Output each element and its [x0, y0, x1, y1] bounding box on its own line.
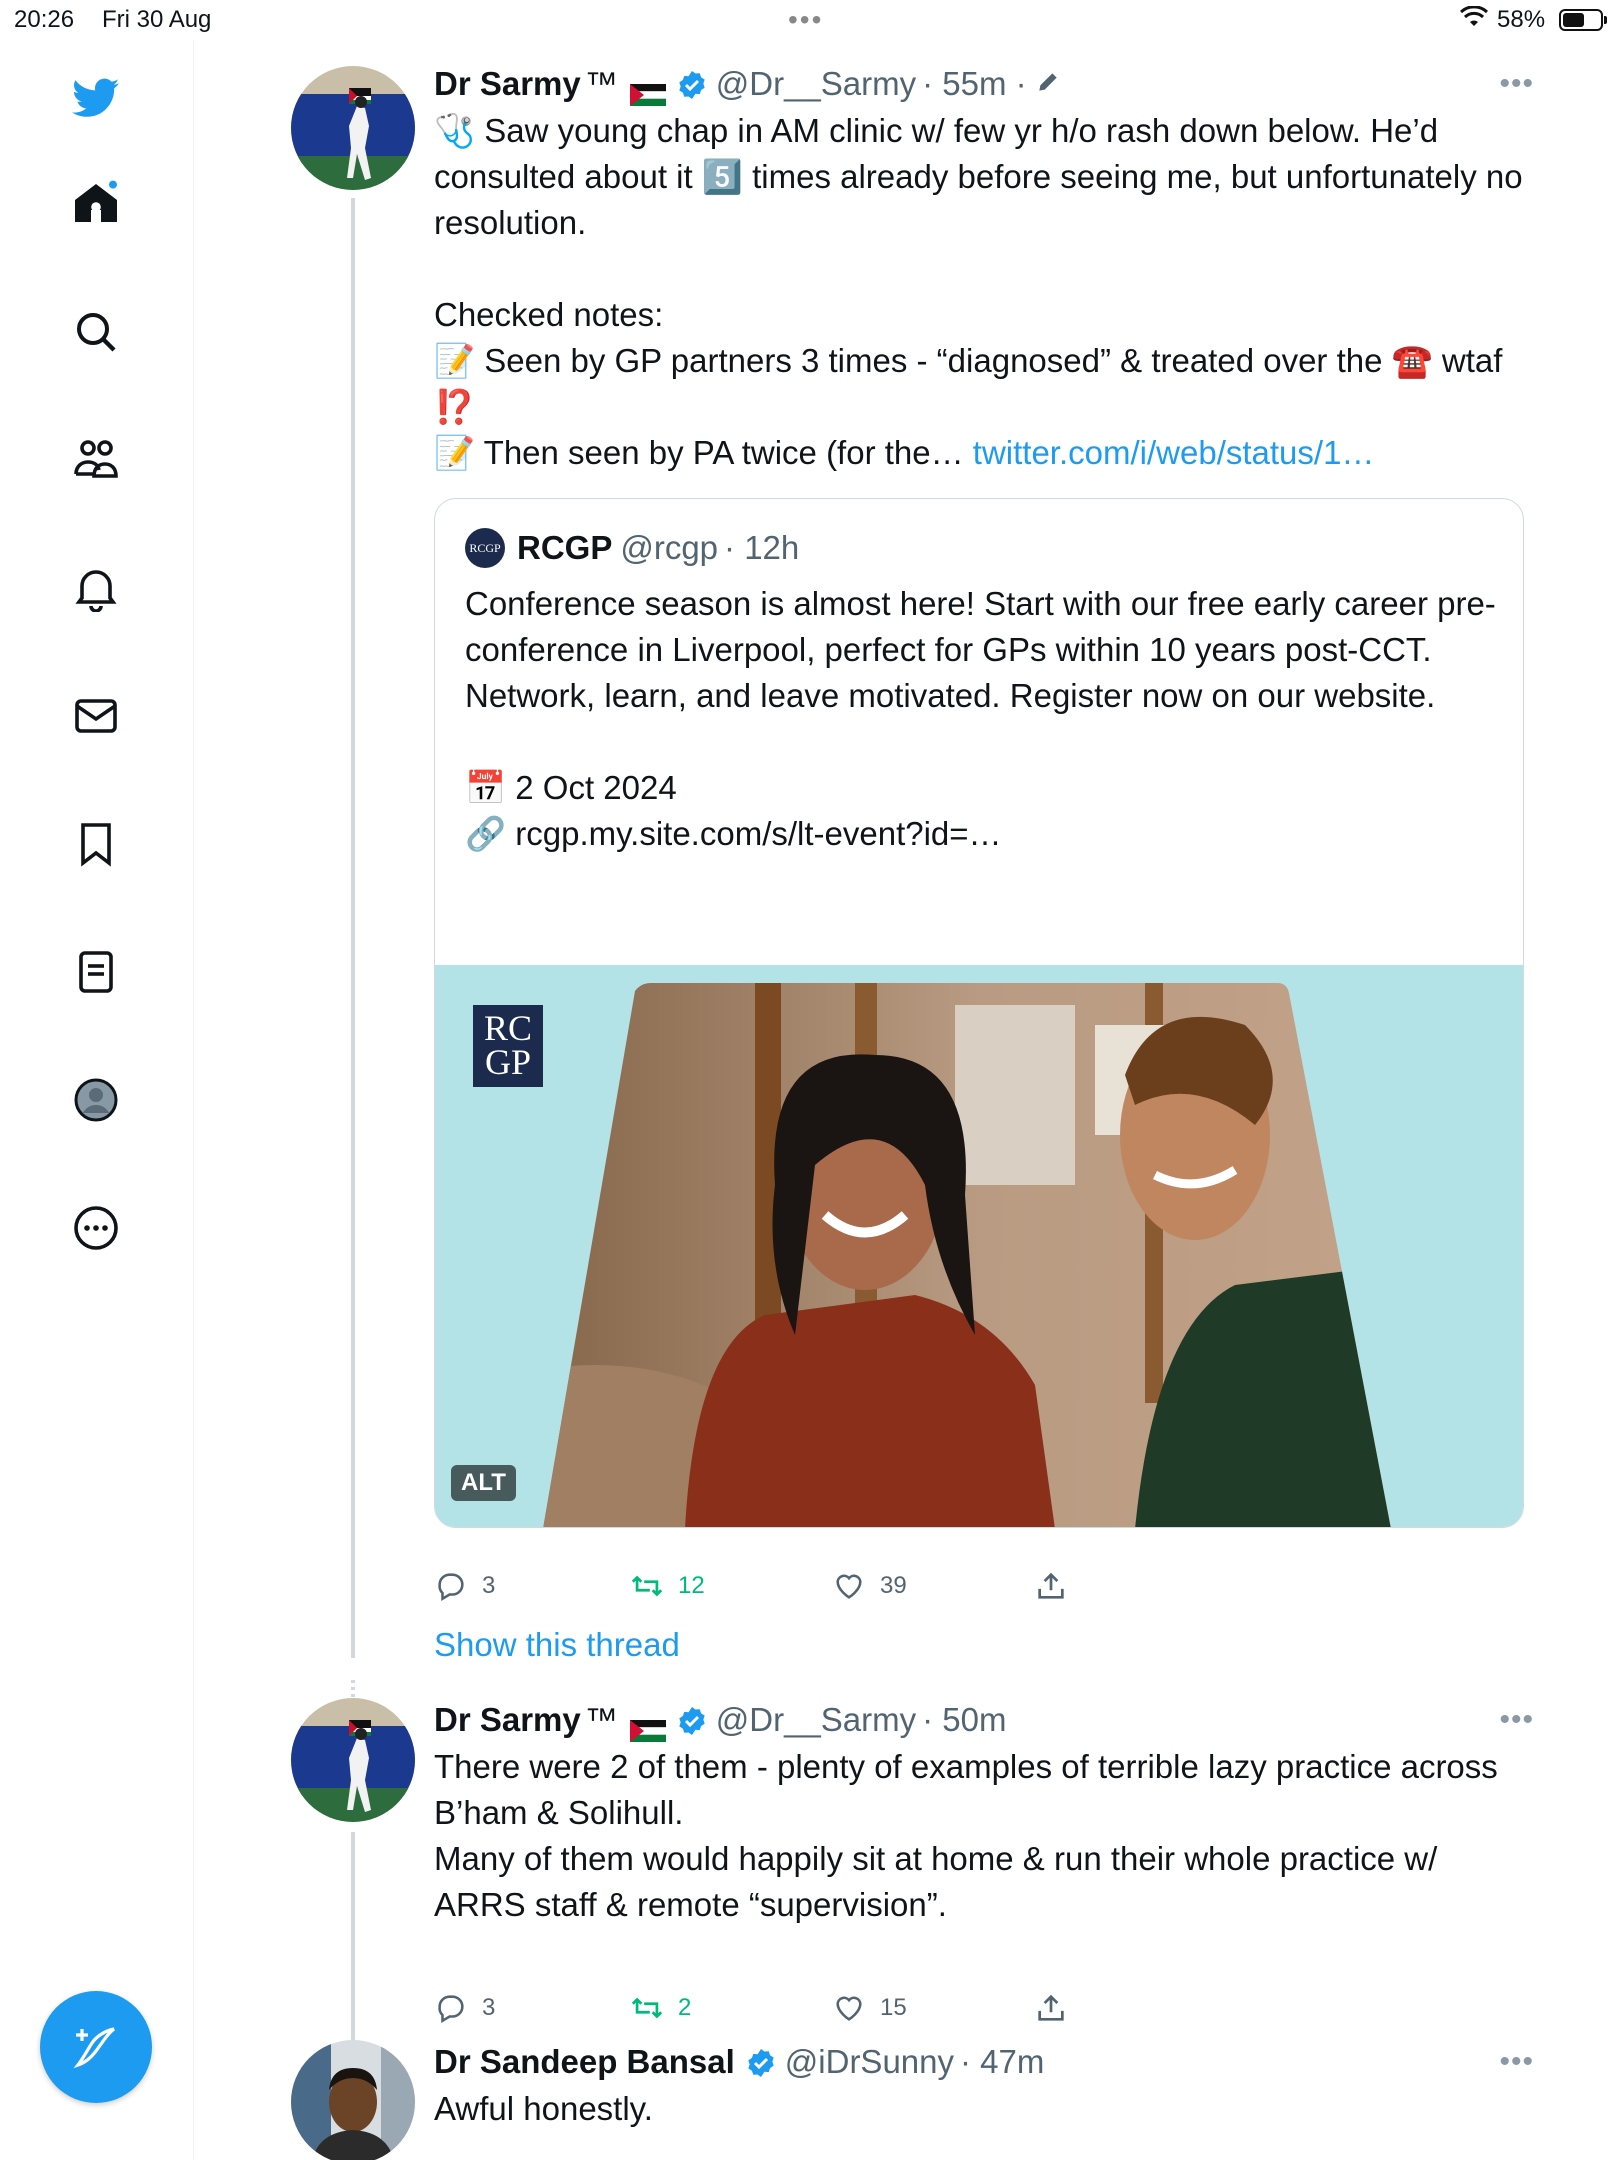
- palestine-flag-icon: [629, 73, 666, 106]
- like-button[interactable]: 39: [832, 1566, 907, 1606]
- tweet-more-options-icon[interactable]: •••: [1499, 1698, 1534, 1742]
- quoted-tweet[interactable]: RCGP RCGP @rcgp · 12h Conference season …: [434, 498, 1524, 1528]
- status-time: 20:26: [14, 6, 75, 33]
- more-options-icon[interactable]: [66, 1198, 126, 1258]
- author-handle[interactable]: @iDrSunny: [785, 2040, 954, 2084]
- reply-button[interactable]: 3: [434, 1566, 495, 1606]
- rcgp-logo-line-1: RC: [483, 1008, 533, 1048]
- quoted-timestamp[interactable]: · 12h: [724, 527, 799, 569]
- share-button[interactable]: [1034, 1566, 1082, 1606]
- notifications-bell-icon[interactable]: [66, 558, 126, 618]
- quoted-author-handle[interactable]: @rcgp: [620, 527, 718, 569]
- retweet-icon: [631, 1575, 663, 1597]
- reply-icon: [438, 1573, 464, 1602]
- quoted-tweet-header: RCGP RCGP @rcgp · 12h: [465, 527, 799, 569]
- tweet-text: Awful honestly.: [434, 2090, 653, 2127]
- tweet-header: Dr Sandeep Bansal @iDrSunny · 47m •••: [434, 2040, 1534, 2084]
- lists-icon[interactable]: [66, 942, 126, 1002]
- quoted-avatar[interactable]: RCGP: [465, 528, 505, 568]
- tweet-timestamp[interactable]: · 50m: [922, 1698, 1006, 1742]
- retweet-count: 2: [678, 1994, 692, 2021]
- multitasking-dots-icon[interactable]: •••: [788, 4, 823, 36]
- notification-dot: [109, 180, 117, 189]
- avatar[interactable]: [291, 66, 415, 190]
- quoted-tweet-text: Conference season is almost here! Start …: [465, 585, 1496, 852]
- like-count: 15: [880, 1994, 907, 2021]
- retweet-icon: [631, 1997, 663, 2019]
- reply-count: 3: [482, 1994, 496, 2021]
- quoted-author-name[interactable]: RCGP: [517, 527, 612, 569]
- tweet-timestamp[interactable]: · 55m ·: [922, 62, 1027, 106]
- show-this-thread-link[interactable]: Show this thread: [434, 1626, 680, 1664]
- compose-tweet-button[interactable]: [40, 1991, 152, 2103]
- battery-percent: 58%: [1497, 6, 1546, 33]
- tweet-more-options-icon[interactable]: •••: [1499, 2040, 1534, 2084]
- timeline: Dr Sarmy ™ @Dr__Sarmy · 55m · ••• 🩺 Saw y…: [194, 40, 1620, 2160]
- reply-button[interactable]: 3: [434, 1988, 495, 2028]
- profile-icon[interactable]: [66, 1070, 126, 1130]
- edited-pencil-icon[interactable]: [1035, 62, 1061, 106]
- like-heart-icon: [836, 1996, 862, 2021]
- author-name[interactable]: Dr Sarmy: [434, 1698, 581, 1742]
- author-name[interactable]: Dr Sarmy: [434, 62, 581, 106]
- author-handle[interactable]: @Dr__Sarmy: [716, 62, 916, 106]
- trademark-label: ™: [584, 65, 618, 102]
- communities-icon[interactable]: [66, 430, 126, 490]
- status-bar: 20:26 Fri 30 Aug ••• 58%: [0, 0, 1620, 40]
- sidebar-nav: [0, 40, 194, 2160]
- bookmarks-icon[interactable]: [66, 814, 126, 874]
- tweet-more-options-icon[interactable]: •••: [1499, 62, 1534, 106]
- tweet-text: There were 2 of them - plenty of example…: [434, 1748, 1498, 1923]
- tweet-header: Dr Sarmy ™ @Dr__Sarmy · 55m · •••: [434, 62, 1534, 106]
- battery-level: [1563, 13, 1584, 27]
- battery-icon: [1559, 9, 1607, 31]
- avatar[interactable]: [291, 1698, 415, 1822]
- tweet-link[interactable]: twitter.com/i/web/status/1…: [973, 434, 1375, 471]
- wifi-icon: [1459, 5, 1489, 35]
- verified-badge-icon: [676, 68, 708, 100]
- author-handle[interactable]: @Dr__Sarmy: [716, 1698, 916, 1742]
- tweet-text-content: 🩺 Saw young chap in AM clinic w/ few yr …: [434, 112, 1523, 471]
- thread-connector: [351, 198, 355, 1658]
- like-heart-icon: [836, 1574, 862, 1599]
- reply-count: 3: [482, 1572, 496, 1599]
- home-icon[interactable]: [66, 173, 126, 233]
- messages-icon[interactable]: [66, 686, 126, 746]
- tweet-actions: 3 12 39: [434, 1566, 1134, 1606]
- verified-badge-icon: [745, 2046, 777, 2078]
- palestine-flag-icon: [629, 1709, 666, 1742]
- share-icon: [1038, 1572, 1064, 1599]
- retweet-count: 12: [678, 1572, 705, 1599]
- compose-tweet-icon: [73, 2027, 115, 2069]
- tweet-timestamp[interactable]: · 47m: [960, 2040, 1044, 2084]
- rcgp-logo-line-2: GP: [484, 1042, 532, 1082]
- trademark-label: ™: [584, 1701, 618, 1738]
- quoted-tweet-image[interactable]: RC GP ALT: [435, 965, 1523, 1527]
- event-photo: [435, 965, 1523, 1527]
- tweet-header: Dr Sarmy ™ @Dr__Sarmy · 50m •••: [434, 1698, 1534, 1742]
- reply-icon: [438, 1995, 464, 2024]
- retweet-button[interactable]: 2: [630, 1988, 691, 2028]
- tweet-actions: 3 2 15: [434, 1988, 1134, 2028]
- avatar[interactable]: [291, 2040, 415, 2160]
- rcgp-logo: RC GP: [473, 1005, 543, 1087]
- thread-connector: [351, 1832, 355, 2072]
- status-date: Fri 30 Aug: [102, 6, 212, 33]
- like-button[interactable]: 15: [832, 1988, 907, 2028]
- twitter-bird-icon[interactable]: [66, 68, 126, 128]
- alt-text-badge[interactable]: ALT: [451, 1465, 516, 1501]
- retweet-button[interactable]: 12: [630, 1566, 705, 1606]
- share-button[interactable]: [1034, 1988, 1082, 2028]
- like-count: 39: [880, 1572, 907, 1599]
- search-icon[interactable]: [66, 302, 126, 362]
- tweet-text: 🩺 Saw young chap in AM clinic w/ few yr …: [434, 108, 1534, 476]
- share-icon: [1038, 1994, 1064, 2021]
- verified-badge-icon: [676, 1704, 708, 1736]
- author-name[interactable]: Dr Sandeep Bansal: [434, 2040, 735, 2084]
